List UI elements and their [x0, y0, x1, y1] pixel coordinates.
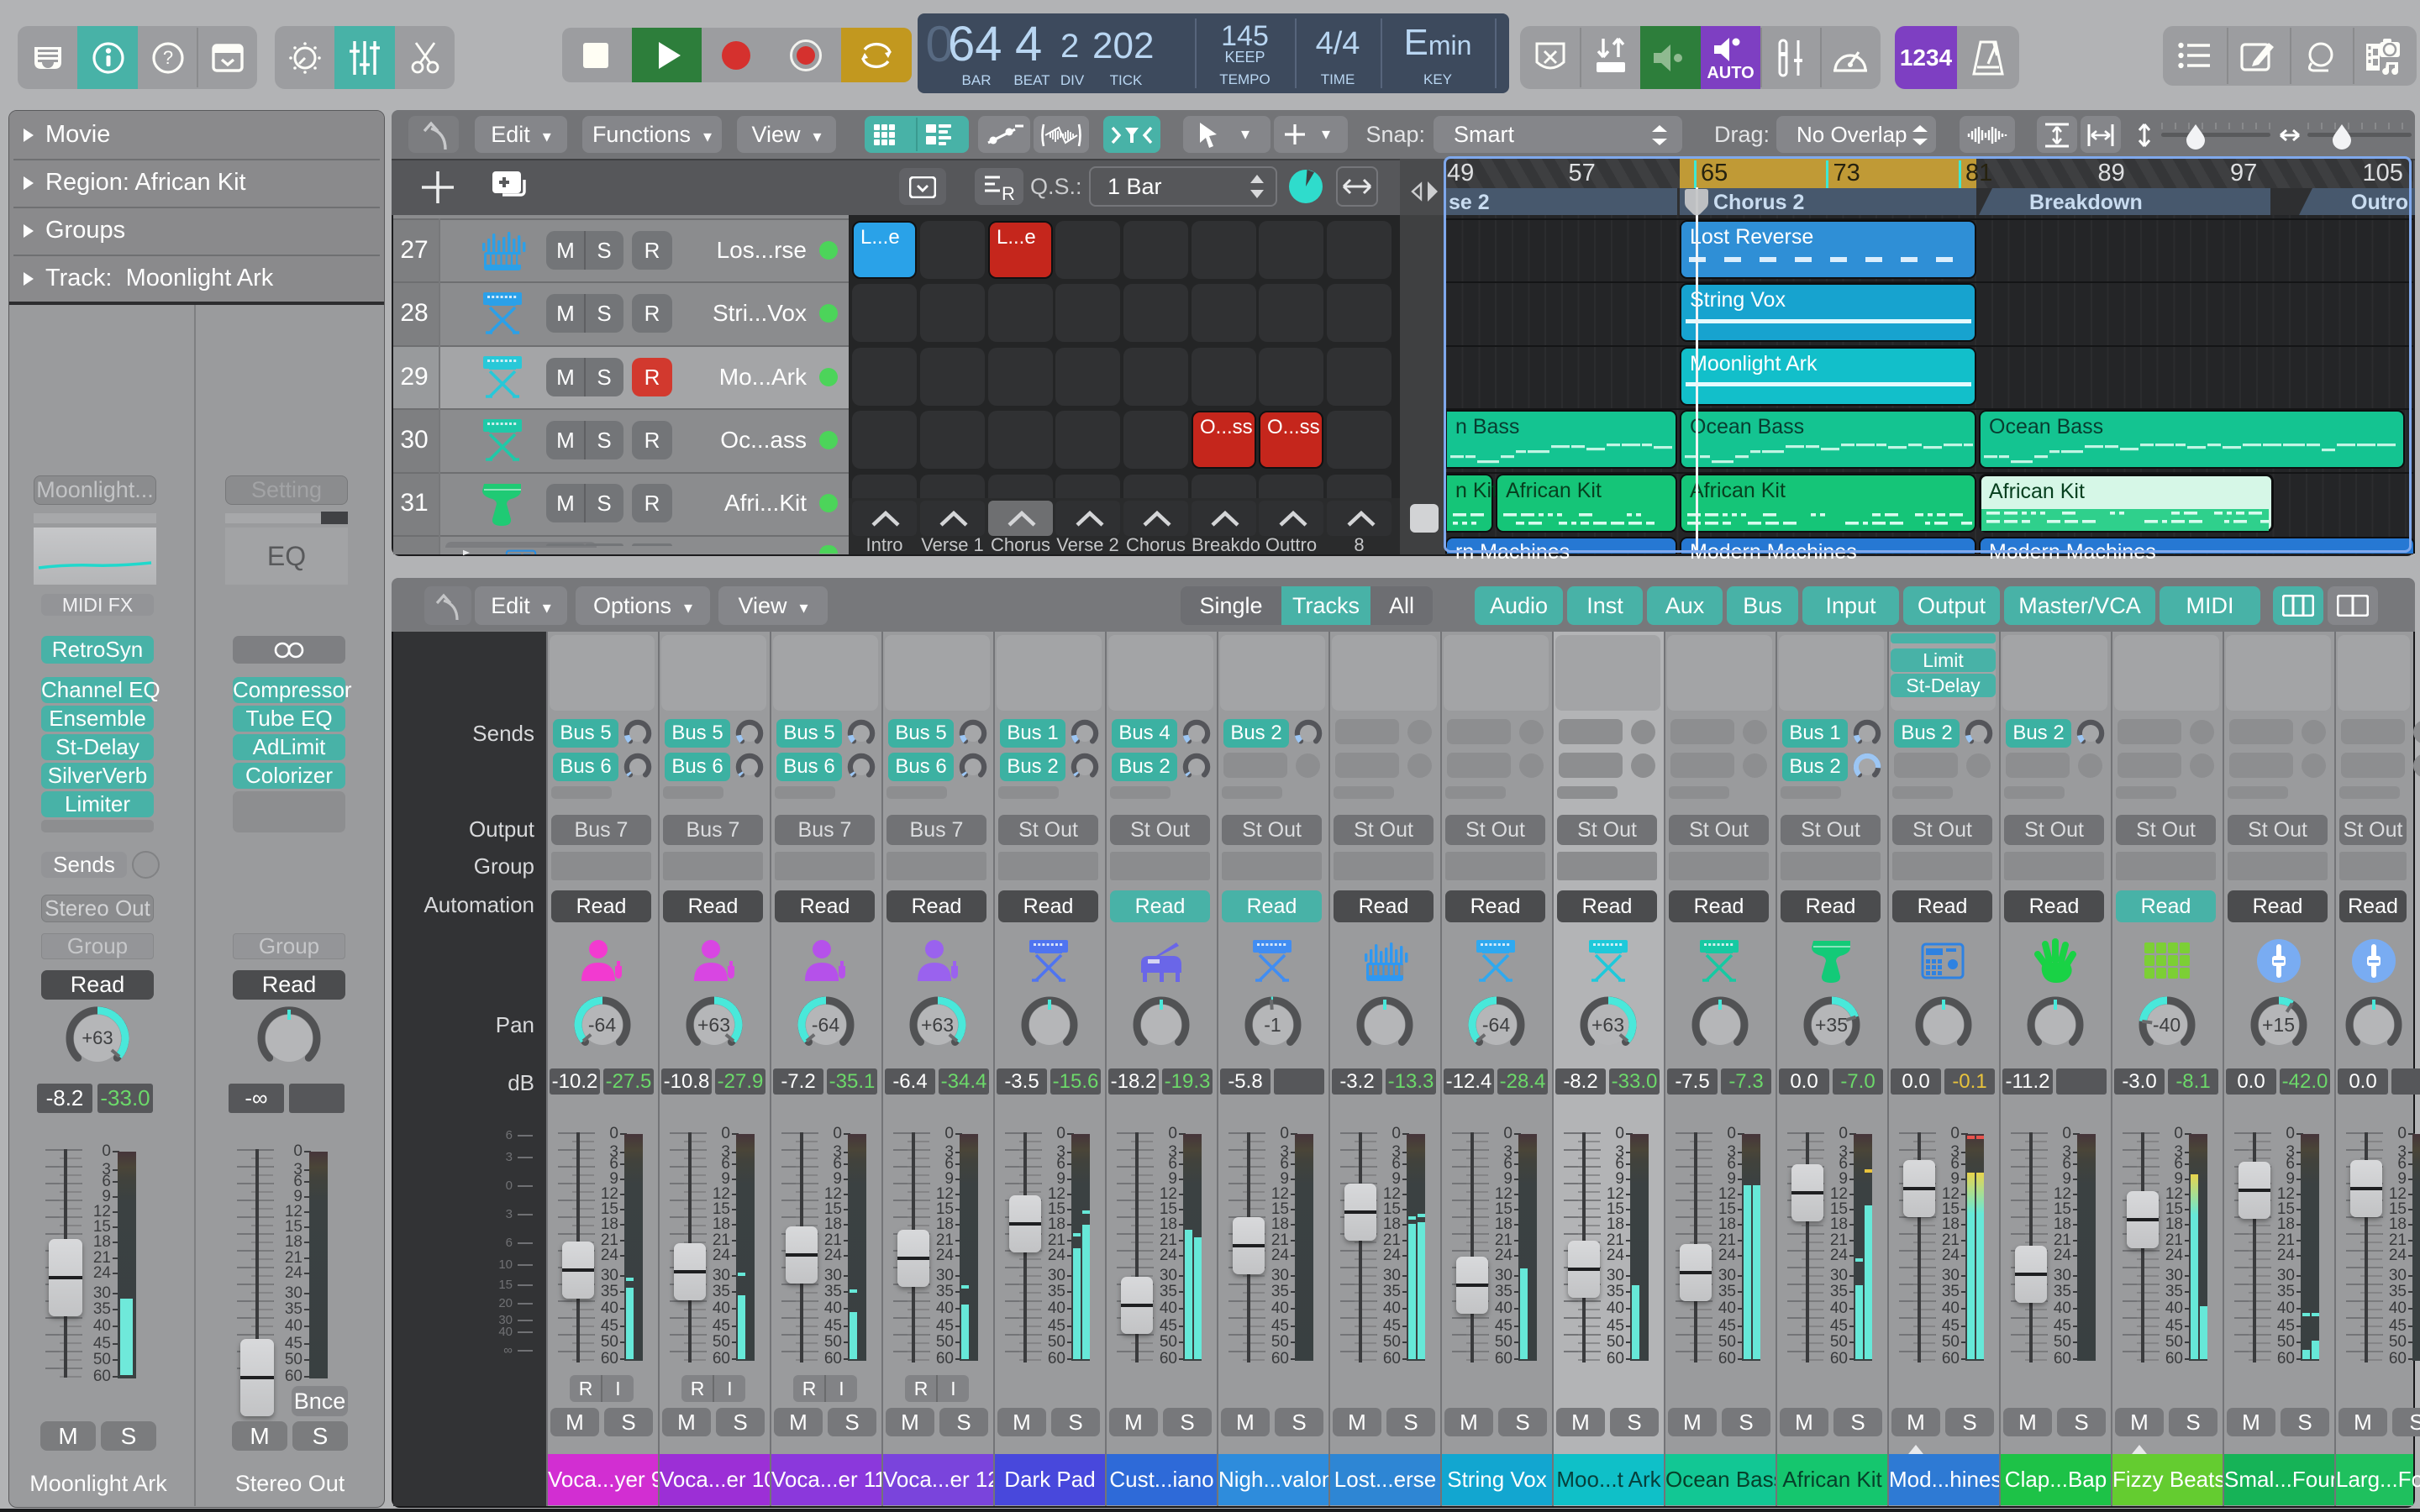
- svg-text:R: R: [1002, 183, 1015, 200]
- svg-text:?: ?: [163, 47, 173, 68]
